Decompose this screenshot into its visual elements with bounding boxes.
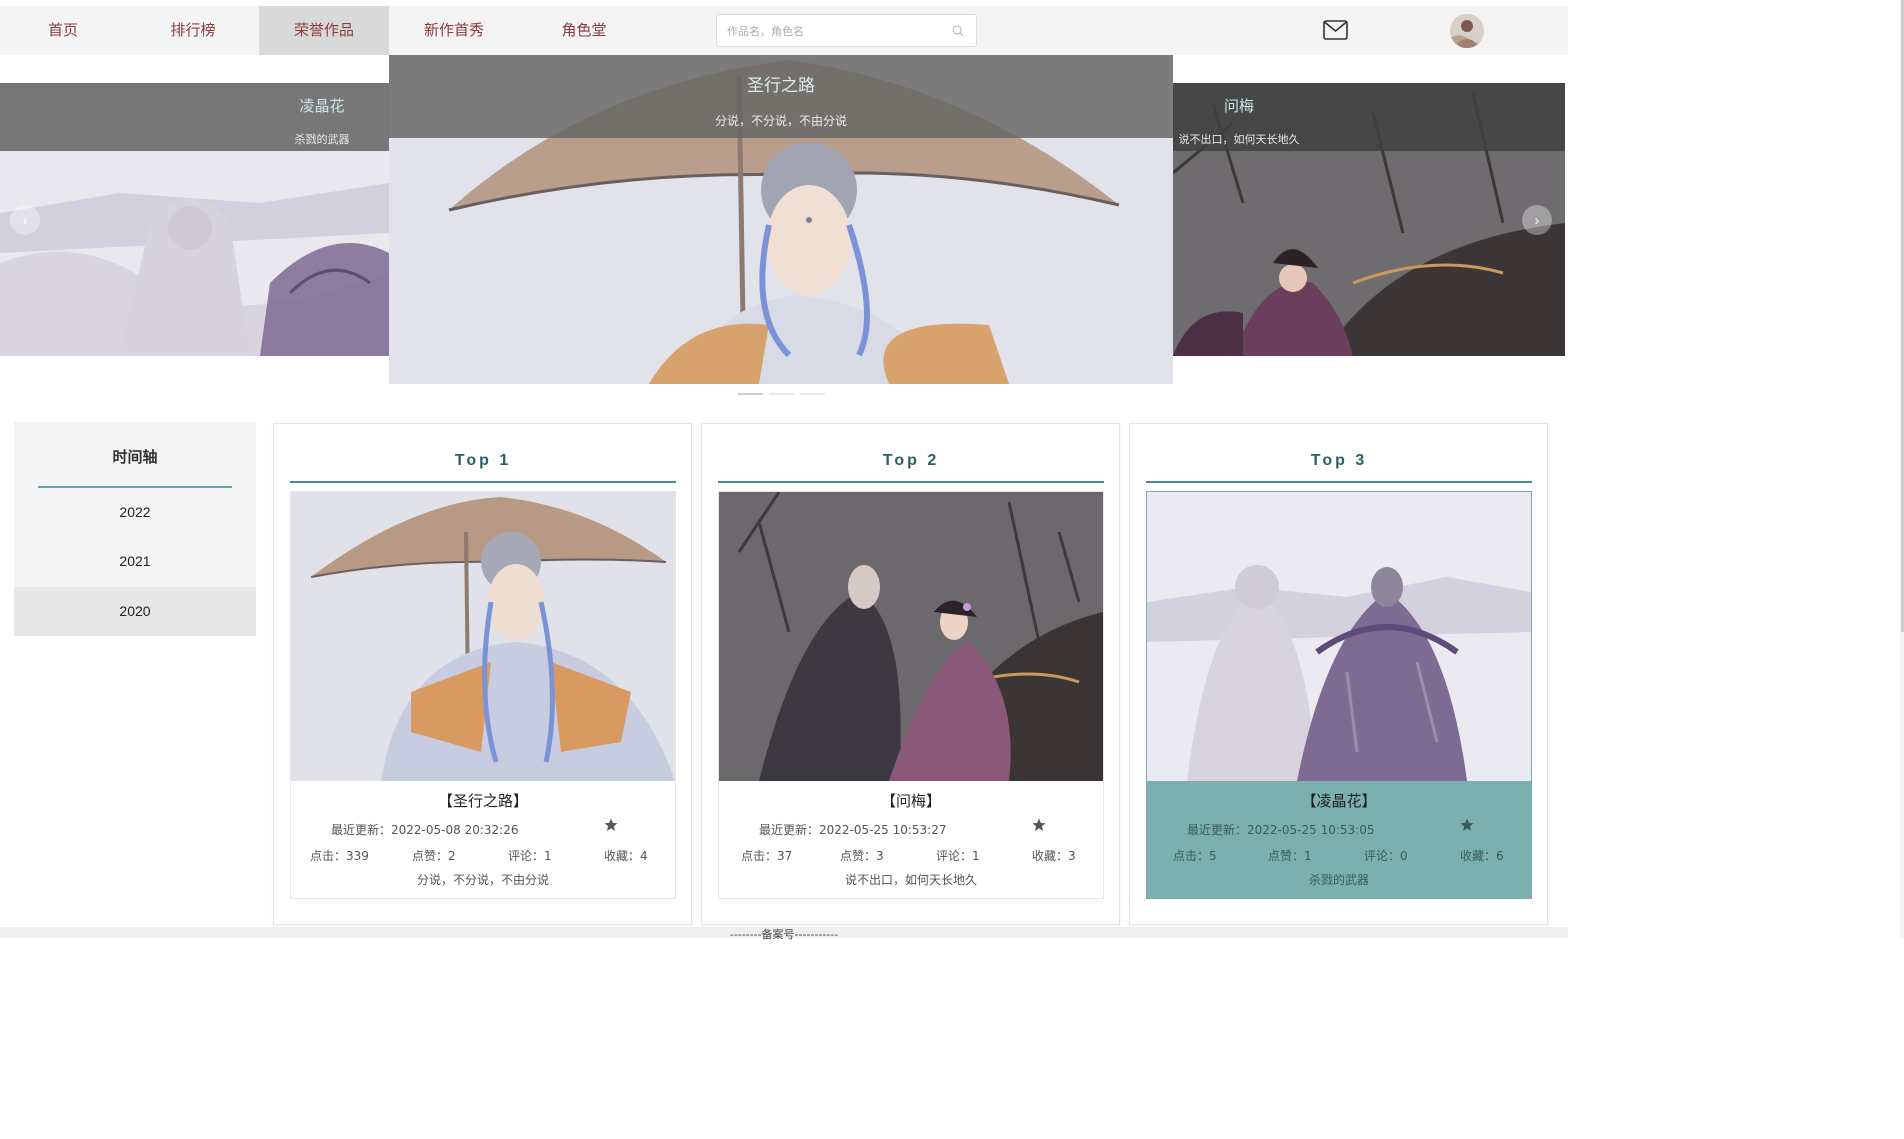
stat-clicks: 点击：37 [741, 849, 793, 863]
card-divider [1146, 481, 1532, 483]
card-stats: 点击：5 点赞：1 评论：0 收藏：6 [1147, 847, 1531, 863]
card-cover-image[interactable] [719, 492, 1103, 781]
stat-favorites: 收藏：6 [1460, 849, 1504, 863]
card-stats: 点击：339 点赞：2 评论：1 收藏：4 [291, 847, 675, 863]
stat-comments: 评论：1 [936, 849, 980, 863]
stat-favorites: 收藏：4 [604, 849, 648, 863]
chevron-right-icon: › [1534, 212, 1540, 228]
slide-center-subtitle: 分说，不分说，不由分说 [714, 114, 847, 128]
nav-home[interactable]: 首页 [0, 6, 126, 55]
star-icon[interactable] [1460, 818, 1474, 832]
card-update-info: 最近更新：2022-05-25 10:53:05 [1187, 821, 1374, 838]
stat-favorites: 收藏：3 [1032, 849, 1076, 863]
card-description: 杀戮的武器 [1308, 873, 1369, 887]
stat-clicks: 点击：339 [310, 849, 369, 863]
slide-right-caption: 问梅 说不出口，如何天长地久 [1173, 83, 1565, 151]
card-divider [290, 481, 676, 483]
nav-character-hall[interactable]: 角色堂 [519, 6, 649, 55]
stat-comments: 评论：0 [1364, 849, 1408, 863]
stat-likes: 点赞：2 [412, 849, 456, 863]
card-divider [718, 481, 1104, 483]
stat-comments: 评论：1 [508, 849, 552, 863]
card-update-label: 最近更新： [759, 823, 820, 837]
card-update-time: 2022-05-25 10:53:05 [1247, 823, 1375, 837]
user-avatar[interactable] [1450, 14, 1484, 48]
card-update-info: 最近更新：2022-05-08 20:32:26 [331, 821, 518, 838]
card-update-info: 最近更新：2022-05-25 10:53:27 [759, 821, 946, 838]
card-update-label: 最近更新： [1187, 823, 1248, 837]
slide-center-title: 圣行之路 [747, 76, 815, 96]
card-description: 说不出口，如何天长地久 [844, 873, 977, 887]
card-rank-title: Top 1 [454, 452, 512, 469]
top-card-2: Top 2 【问梅】 最近更新：2022-05-25 10:53:27 点击：3… [701, 423, 1120, 925]
footer-record-number: --------备案号----------- [729, 928, 839, 941]
carousel-slide-right[interactable]: 问梅 说不出口，如何天长地久 [1173, 83, 1565, 356]
card-content[interactable]: 【圣行之路】 最近更新：2022-05-08 20:32:26 点击：339 点… [290, 491, 676, 899]
stat-likes: 点赞：3 [840, 849, 884, 863]
top-navbar: 首页 排行榜 荣誉作品 新作首秀 角色堂 [0, 6, 1568, 55]
timeline-title: 时间轴 [112, 448, 158, 466]
slide-left-title: 凌晶花 [299, 97, 345, 115]
chevron-left-icon: ‹ [22, 212, 28, 228]
timeline-year-2022[interactable]: 2022 [14, 488, 256, 537]
card-update-label: 最近更新： [331, 823, 392, 837]
search-icon[interactable] [952, 25, 964, 37]
timeline-sidebar: 时间轴 2022 2021 2020 [14, 422, 256, 636]
slide-center-caption: 圣行之路 分说，不分说，不由分说 [389, 55, 1173, 138]
carousel-next-button[interactable]: › [1522, 205, 1552, 235]
top-card-3: Top 3 【凌晶花】 最近更新：2022-05-25 10:53:05 点击：… [1129, 423, 1548, 925]
card-description: 分说，不分说，不由分说 [416, 873, 549, 887]
timeline-year-2020[interactable]: 2020 [14, 587, 256, 636]
card-rank-title: Top 3 [1310, 452, 1368, 469]
nav-new-debut[interactable]: 新作首秀 [389, 6, 519, 55]
card-work-name[interactable]: 【问梅】 [719, 790, 1103, 811]
stat-clicks: 点击：5 [1173, 849, 1217, 863]
mail-icon[interactable] [1323, 20, 1348, 40]
card-cover-image[interactable] [291, 492, 675, 781]
search-box [716, 14, 977, 47]
card-work-name[interactable]: 【圣行之路】 [291, 790, 675, 811]
search-input[interactable] [727, 21, 947, 41]
card-cover-image[interactable] [1147, 492, 1531, 781]
slide-left-subtitle: 杀戮的武器 [294, 133, 350, 146]
top-card-1: Top 1 【圣行之路】 最近更新：2022-05-08 20:32:26 点击… [273, 423, 692, 925]
slide-left-caption: 凌晶花 杀戮的武器 [0, 83, 389, 151]
card-rank-title: Top 2 [882, 452, 940, 469]
card-stats: 点击：37 点赞：3 评论：1 收藏：3 [719, 847, 1103, 863]
card-work-name[interactable]: 【凌晶花】 [1147, 790, 1531, 811]
carousel-indicator-3[interactable] [800, 393, 825, 395]
stat-likes: 点赞：1 [1268, 849, 1312, 863]
page-scrollbar[interactable] [1900, 0, 1904, 938]
carousel-indicator-1[interactable] [738, 393, 763, 395]
carousel-slide-center[interactable]: 圣行之路 分说，不分说，不由分说 [389, 55, 1173, 384]
timeline-year-2021[interactable]: 2021 [14, 537, 256, 586]
slide-right-title: 问梅 [1223, 97, 1254, 115]
star-icon[interactable] [1032, 818, 1046, 832]
card-update-time: 2022-05-25 10:53:27 [819, 823, 947, 837]
card-update-time: 2022-05-08 20:32:26 [391, 823, 519, 837]
slide-right-subtitle: 说不出口，如何天长地久 [1178, 133, 1300, 146]
star-icon[interactable] [604, 818, 618, 832]
carousel-prev-button[interactable]: ‹ [10, 205, 40, 235]
nav-honor-works[interactable]: 荣誉作品 [259, 6, 389, 55]
carousel-indicator-2[interactable] [769, 393, 794, 395]
nav-ranking[interactable]: 排行榜 [130, 6, 256, 55]
card-content[interactable]: 【凌晶花】 最近更新：2022-05-25 10:53:05 点击：5 点赞：1… [1146, 491, 1532, 899]
carousel-slide-left[interactable]: 凌晶花 杀戮的武器 [0, 83, 389, 356]
card-content[interactable]: 【问梅】 最近更新：2022-05-25 10:53:27 点击：37 点赞：3… [718, 491, 1104, 899]
